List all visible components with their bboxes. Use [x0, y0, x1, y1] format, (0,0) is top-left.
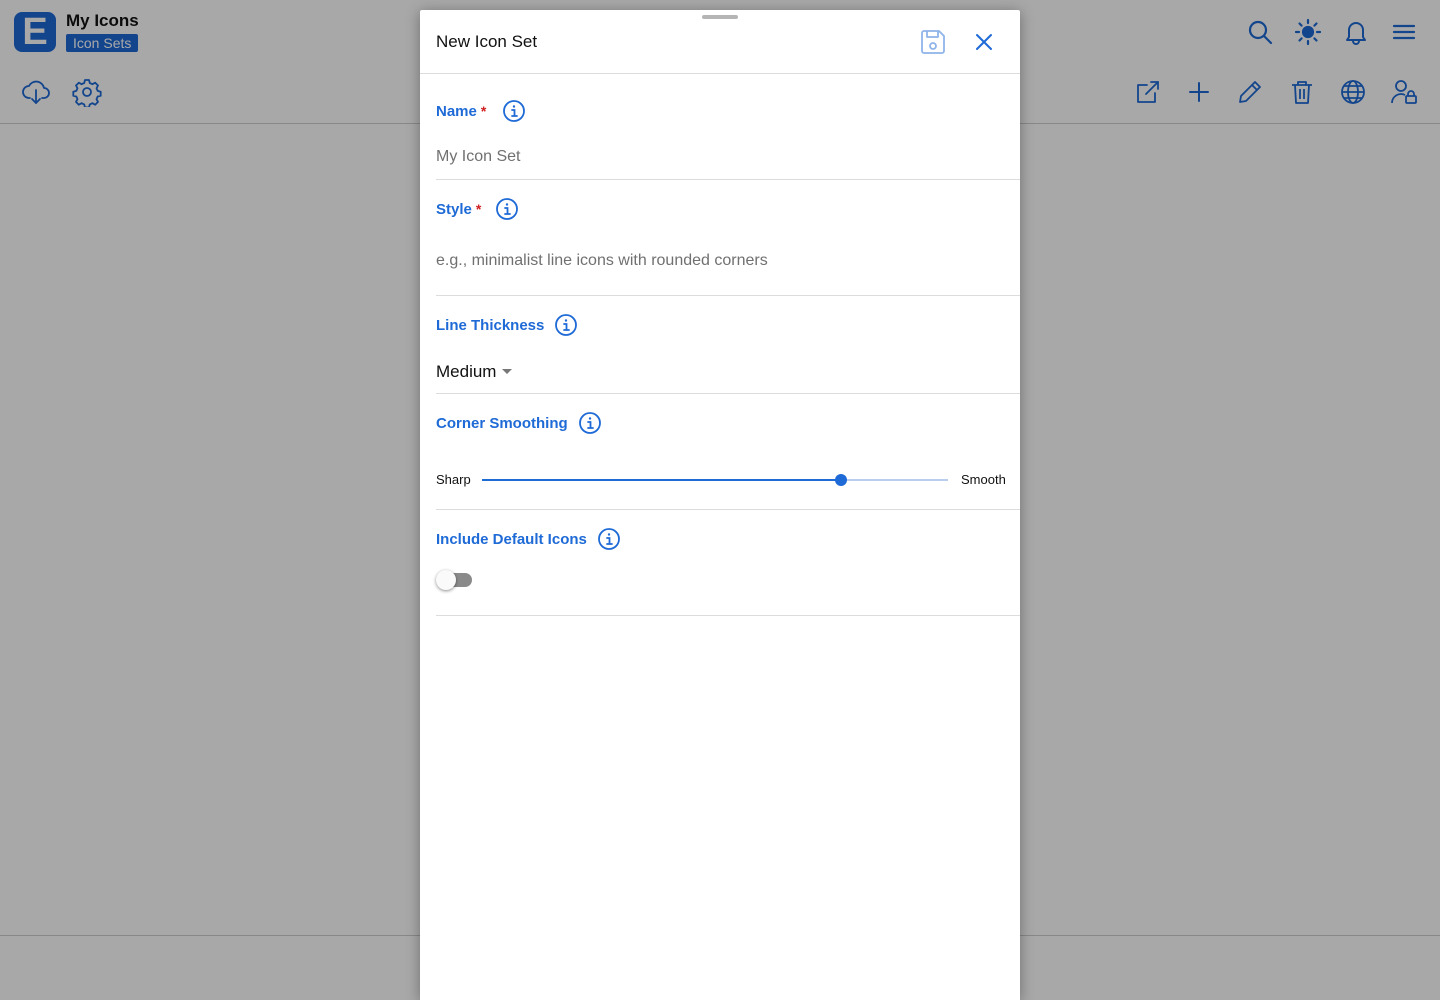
corner-smoothing-label: Corner Smoothing: [436, 415, 568, 432]
close-icon[interactable]: [972, 30, 996, 54]
name-input[interactable]: [436, 148, 996, 166]
info-icon[interactable]: [578, 411, 602, 435]
dialog-title: New Icon Set: [436, 32, 538, 51]
name-field-group: Name *: [436, 74, 1020, 180]
required-mark: *: [475, 201, 482, 217]
slider-max-label: Smooth: [961, 472, 1006, 487]
save-icon[interactable]: [918, 27, 948, 57]
include-default-icons-field-group: Include Default Icons: [436, 510, 1020, 616]
style-input[interactable]: [436, 252, 996, 270]
style-field-group: Style *: [436, 180, 1020, 296]
slider-thumb[interactable]: [834, 474, 847, 486]
info-icon[interactable]: [554, 313, 578, 337]
info-icon[interactable]: [502, 99, 526, 123]
line-thickness-selected-value: Medium: [436, 362, 497, 381]
include-default-icons-toggle[interactable]: [436, 570, 476, 590]
name-label: Name *: [436, 103, 487, 120]
line-thickness-field-group: Line Thickness Medium: [436, 296, 1020, 394]
info-icon[interactable]: [597, 527, 621, 551]
line-thickness-label: Line Thickness: [436, 317, 545, 334]
dialog-header: New Icon Set: [420, 10, 1020, 74]
corner-smoothing-slider[interactable]: [482, 474, 948, 486]
toggle-knob: [436, 570, 456, 590]
info-icon[interactable]: [495, 197, 519, 221]
new-icon-set-dialog: New Icon Set Name* Style* Line Thickness…: [420, 10, 1020, 1000]
slider-fill: [482, 479, 841, 481]
slider-min-label: Sharp: [436, 472, 471, 487]
corner-smoothing-field-group: Corner Smoothing Sharp Smooth: [436, 394, 1020, 510]
required-mark: *: [480, 103, 487, 119]
include-default-icons-label: Include Default Icons: [436, 531, 587, 548]
line-thickness-select[interactable]: Medium: [436, 362, 513, 382]
chevron-down-icon: [502, 369, 513, 374]
style-label: Style *: [436, 201, 482, 218]
